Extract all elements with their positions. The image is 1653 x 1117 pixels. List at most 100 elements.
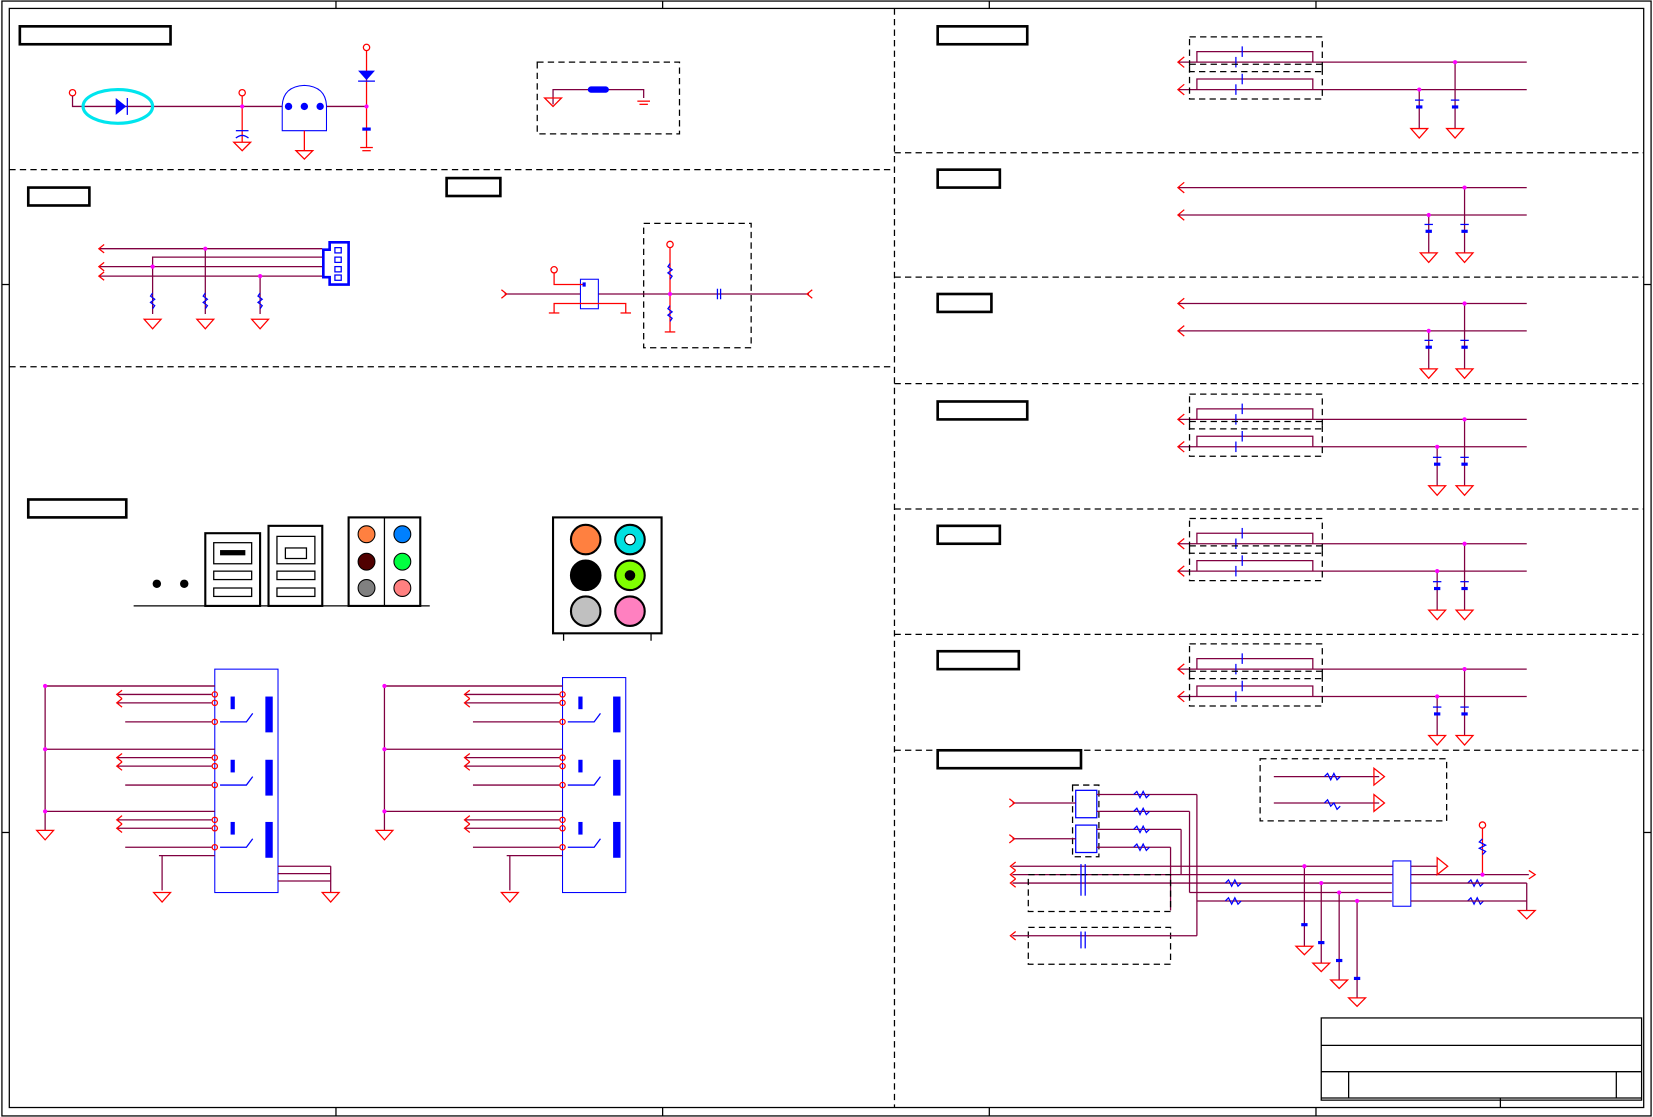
audio-jack-large-black bbox=[569, 559, 602, 592]
jack-contact-icon bbox=[578, 696, 583, 710]
capacitor-icon bbox=[1425, 229, 1432, 233]
junction-dot bbox=[1462, 541, 1467, 546]
capacitor-icon bbox=[1451, 105, 1459, 109]
audio-jack-large-silver bbox=[569, 595, 602, 627]
audio-jack-large-pink bbox=[614, 595, 646, 627]
ground-icon bbox=[1418, 252, 1439, 264]
section-title-r7 bbox=[936, 748, 1083, 770]
capacitor-icon bbox=[1434, 712, 1441, 716]
signal-section bbox=[1176, 643, 1527, 746]
jack-contact-icon bbox=[613, 821, 621, 858]
title-block bbox=[1320, 1017, 1643, 1108]
junction-dot bbox=[43, 809, 48, 814]
ground-icon bbox=[1454, 252, 1475, 264]
section-title-power bbox=[18, 25, 172, 46]
audio-jack-blue bbox=[393, 525, 412, 544]
wire bbox=[1196, 435, 1314, 447]
ac-coupling-box bbox=[1188, 393, 1323, 430]
section-title-r4 bbox=[936, 400, 1029, 421]
audio-jack-gray bbox=[357, 579, 376, 597]
audio-jack-darkred bbox=[357, 552, 376, 571]
junction-dot bbox=[1435, 569, 1440, 574]
ac-coupling-box bbox=[1188, 643, 1323, 680]
right-signal-sections bbox=[1176, 36, 1527, 746]
jack-contact-icon bbox=[613, 759, 621, 796]
section-title-fan bbox=[26, 186, 91, 207]
junction-dot bbox=[1417, 87, 1422, 92]
capacitor-icon bbox=[1461, 712, 1468, 716]
ferrite-bead-block bbox=[536, 61, 681, 135]
audio-jack-pink bbox=[393, 579, 412, 597]
audio-jack-orange bbox=[357, 525, 376, 544]
jack-contact-icon bbox=[578, 759, 583, 773]
ground-icon bbox=[1418, 368, 1439, 380]
jack-contact-icon bbox=[230, 759, 235, 773]
ground-icon bbox=[320, 891, 341, 903]
ac-coupling-box bbox=[1188, 517, 1323, 554]
junction-dot bbox=[1452, 60, 1458, 65]
ac-coupling-box bbox=[1188, 420, 1323, 457]
rear-io-panel bbox=[133, 516, 663, 641]
junction-dot bbox=[382, 747, 387, 752]
wire bbox=[1196, 685, 1314, 697]
section-title-r2 bbox=[936, 168, 1002, 189]
junction-dot bbox=[43, 747, 48, 752]
audio-jack-stack bbox=[35, 668, 279, 903]
front-panel-header-icon bbox=[1392, 860, 1412, 907]
audio-jack-schematics bbox=[35, 668, 627, 903]
junction-dot bbox=[1435, 694, 1440, 699]
fan-connector-icon bbox=[322, 241, 350, 286]
capacitor-icon bbox=[1434, 462, 1441, 466]
ground-icon bbox=[500, 891, 520, 903]
junction-dot bbox=[1462, 667, 1467, 672]
signal-section bbox=[1176, 517, 1527, 621]
signal-section bbox=[1176, 36, 1527, 139]
ground-icon bbox=[1427, 734, 1447, 746]
ground-icon bbox=[1454, 609, 1475, 621]
spdif-circuit bbox=[501, 222, 813, 349]
wire bbox=[1196, 408, 1314, 420]
ground-icon bbox=[1454, 368, 1475, 380]
ground-icon bbox=[1445, 127, 1465, 139]
jack-contact-icon bbox=[230, 696, 235, 710]
front-panel-circuit bbox=[1008, 758, 1537, 1008]
ac-coupling-box bbox=[1188, 670, 1323, 707]
section-title-spdif bbox=[445, 176, 502, 198]
audio-jack-large-orange bbox=[569, 523, 602, 556]
jack-contact-icon bbox=[265, 759, 273, 796]
jack-contact-icon bbox=[578, 821, 583, 835]
jack-contact-icon bbox=[265, 821, 273, 858]
wire bbox=[1196, 657, 1314, 670]
ground-icon bbox=[374, 829, 395, 841]
section-title-r1 bbox=[936, 25, 1029, 46]
section-title-boxes bbox=[18, 25, 1083, 770]
capacitor-icon bbox=[1416, 105, 1423, 109]
junction-dot bbox=[382, 683, 387, 689]
junction-dot bbox=[1462, 301, 1467, 306]
section-title-r6 bbox=[936, 649, 1021, 671]
ground-icon bbox=[1454, 734, 1475, 746]
ground-icon bbox=[35, 829, 55, 841]
signal-section bbox=[1176, 297, 1527, 380]
jack-contact-icon bbox=[230, 821, 235, 835]
capacitor-icon bbox=[1461, 586, 1468, 591]
jack-contact-icon bbox=[265, 696, 273, 733]
junction-dot bbox=[1462, 417, 1467, 422]
jack-contact-icon bbox=[613, 696, 621, 733]
junction-dot bbox=[1462, 185, 1467, 190]
capacitor-icon bbox=[1425, 345, 1432, 349]
wire bbox=[1196, 559, 1314, 572]
signal-section bbox=[1176, 393, 1527, 497]
junction-dot bbox=[1426, 328, 1431, 333]
junction-dot bbox=[382, 809, 387, 814]
wire bbox=[1196, 51, 1314, 63]
section-title-audio bbox=[26, 498, 128, 519]
signal-section bbox=[1176, 181, 1527, 264]
section-title-r5 bbox=[936, 524, 1002, 546]
junction-dot bbox=[1426, 212, 1431, 218]
ac-coupling-box bbox=[1188, 36, 1323, 73]
audio-jack-green bbox=[393, 552, 412, 571]
fan-header-circuit bbox=[97, 241, 350, 330]
capacitor-icon bbox=[1461, 345, 1468, 349]
ground-icon bbox=[1427, 609, 1447, 621]
